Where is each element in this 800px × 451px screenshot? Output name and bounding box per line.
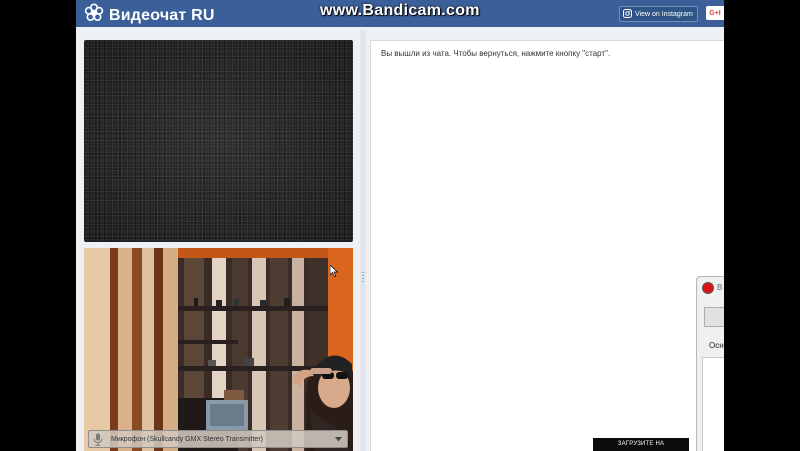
panel-resize-divider[interactable] (360, 30, 366, 451)
chat-panel: Вы вышли из чата. Чтобы вернуться, нажми… (370, 40, 724, 451)
browser-viewport: Видеочат RU View on Instagram G+I Микроф… (76, 0, 724, 451)
recorder-title: B (717, 283, 723, 292)
bandicam-watermark: www.Bandicam.com (320, 2, 480, 19)
instagram-icon (623, 8, 632, 20)
cursor-icon (330, 265, 338, 277)
recorder-panel (702, 357, 724, 451)
instagram-button-label: View on Instagram (635, 10, 693, 18)
upload-badge[interactable]: ЗАГРУЗИТЕ НА (593, 438, 689, 451)
bandicam-recorder-window[interactable]: B Осн (696, 276, 724, 451)
microphone-select-value: Микрофон (Skullcandy GMX Stereo Transmit… (111, 435, 263, 443)
self-webcam-video (84, 248, 353, 451)
chat-status-message: Вы вышли из чата. Чтобы вернуться, нажми… (381, 49, 611, 58)
recorder-tab-main[interactable]: Осн (709, 341, 724, 350)
microphone-select[interactable]: Микрофон (Skullcandy GMX Stereo Transmit… (88, 430, 348, 448)
record-icon[interactable] (703, 283, 713, 293)
logo-flower-icon (84, 3, 104, 28)
site-logo[interactable]: Видеочат RU (84, 3, 215, 28)
partner-video-feed (84, 40, 353, 242)
resize-grip-icon (362, 272, 364, 284)
view-on-instagram-button[interactable]: View on Instagram (619, 6, 698, 22)
webcam-image (84, 248, 353, 451)
google-plus-button[interactable]: G+I (706, 6, 724, 20)
logo-text: Видеочат RU (109, 6, 215, 24)
chevron-down-icon (333, 436, 343, 442)
microphone-icon (91, 432, 105, 446)
recorder-toolbar-button[interactable] (704, 307, 724, 327)
